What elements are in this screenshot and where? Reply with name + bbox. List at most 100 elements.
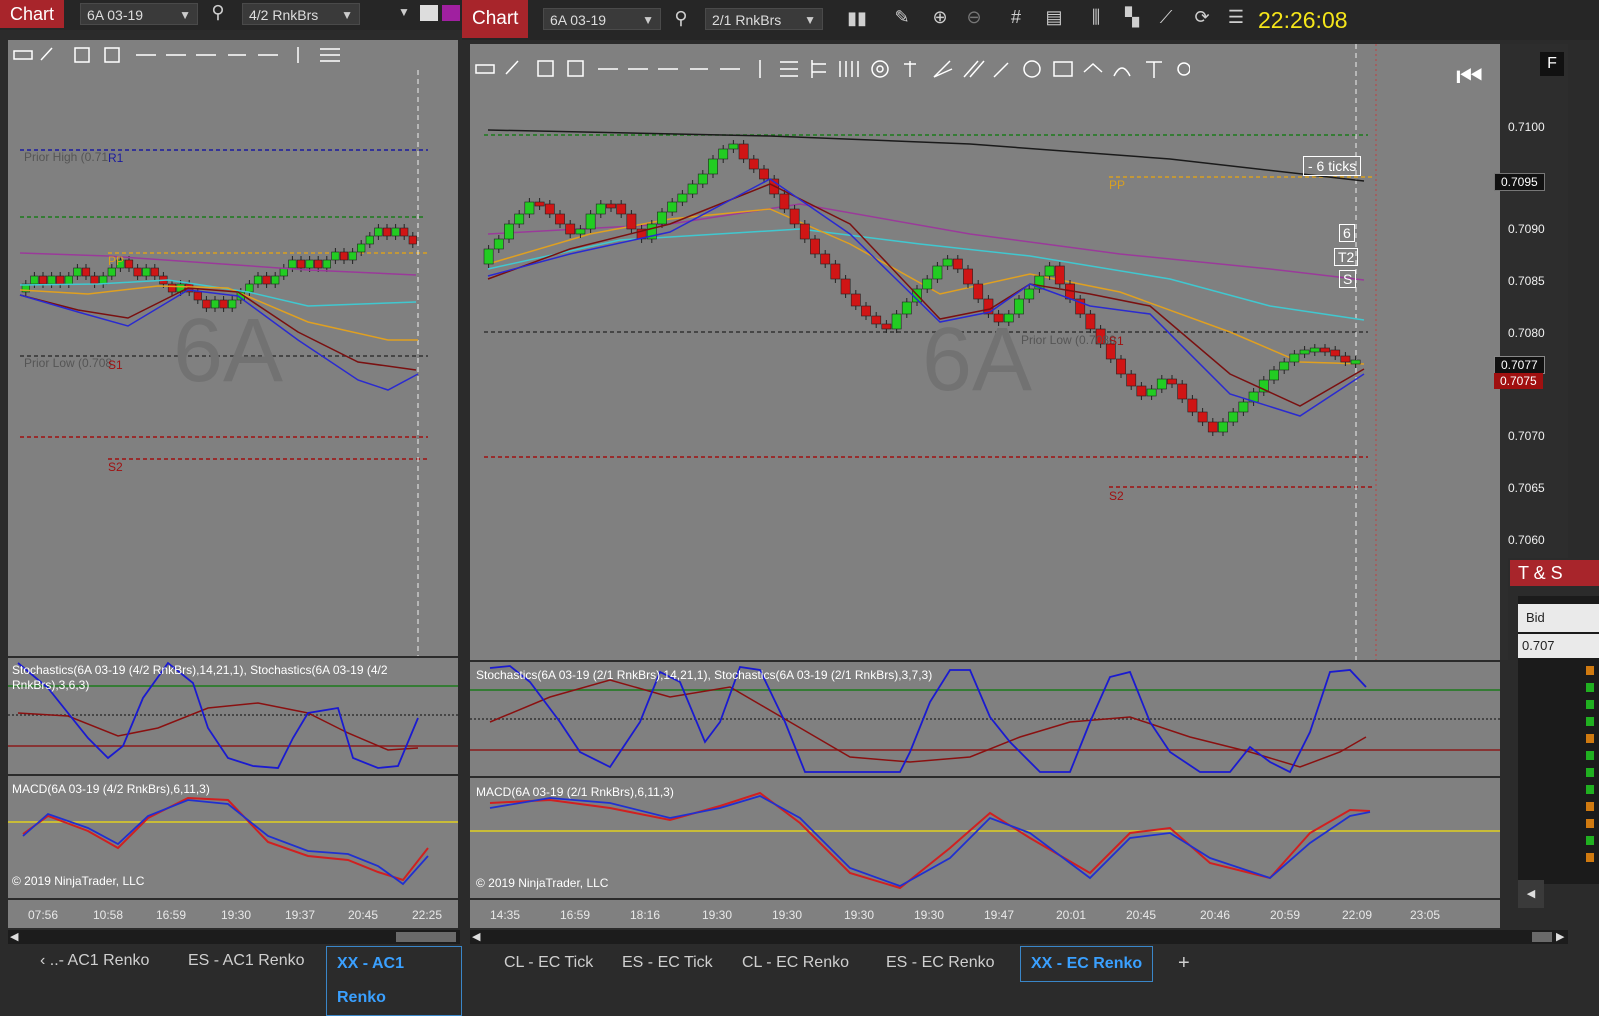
data-box-icon[interactable]: ▤ — [1040, 7, 1068, 28]
time-and-sales-panel[interactable]: T & S Bid 0.707 ◀ — [1508, 558, 1599, 918]
macd-signal — [489, 791, 1371, 890]
right-time-label: 19:30 — [914, 908, 945, 922]
tab-es-ac1-renko[interactable]: ES - AC1 Renko — [178, 944, 315, 978]
add-tab-button[interactable]: + — [1168, 946, 1200, 980]
right-drawing-tools-icons[interactable] — [470, 54, 1190, 84]
candle — [1126, 373, 1137, 387]
color-swatch-white[interactable] — [420, 5, 438, 21]
price-label: 0.7090 — [1508, 222, 1545, 236]
candle — [142, 267, 151, 277]
candle — [245, 283, 254, 293]
candle — [1340, 355, 1351, 363]
candle — [963, 268, 973, 285]
candle — [1228, 411, 1239, 423]
candle — [408, 235, 417, 245]
tab-cl-ec-tick[interactable]: CL - EC Tick — [494, 946, 603, 980]
tns-trade-mark — [1586, 751, 1594, 760]
candle — [708, 158, 718, 175]
tab-xx-ec-renko[interactable]: XX - EC Renko — [1020, 946, 1154, 982]
left-bartype-value: 4/2 RnkBrs — [249, 7, 319, 23]
left-prior-high-label: Prior High (0.71 — [24, 150, 109, 164]
candle — [38, 275, 48, 285]
pencil-icon[interactable]: ✎ — [888, 7, 916, 28]
color-swatch-purple[interactable] — [442, 5, 460, 21]
tab-es-ec-tick[interactable]: ES - EC Tick — [612, 946, 723, 980]
tns-scroll-left-icon[interactable]: ◀ — [1518, 880, 1544, 908]
right-price-panel[interactable]: ⏮ 6A PP Prior Low (0.7080 S1 S2 - 6 tick… — [470, 44, 1500, 660]
scroll-right-icon[interactable]: ▶ — [1556, 930, 1564, 943]
candle — [606, 203, 616, 209]
tab-es-ec-renko[interactable]: ES - EC Renko — [876, 946, 1004, 980]
candle — [1350, 359, 1361, 365]
right-stochastics-label: Stochastics(6A 03-19 (2/1 RnkBrs),14,21,… — [476, 668, 933, 682]
candle — [789, 208, 800, 225]
search-icon[interactable]: ⚲ — [204, 2, 232, 23]
zoom-out-icon[interactable]: ⊖ — [960, 7, 988, 28]
left-bartype-select[interactable]: 4/2 RnkBrs ▼ — [242, 3, 360, 25]
candle — [871, 315, 882, 325]
candle — [1146, 388, 1157, 397]
scroll-thumb[interactable] — [396, 932, 456, 942]
tns-title[interactable]: T & S — [1510, 560, 1599, 586]
f-button[interactable]: F — [1540, 52, 1564, 76]
scroll-thumb[interactable] — [1532, 932, 1552, 942]
strategies-icon[interactable]: ▚ — [1118, 7, 1146, 28]
candle — [1289, 353, 1300, 363]
indicators-icon[interactable]: ⫼ — [1082, 7, 1110, 28]
marker-s: S — [1339, 270, 1357, 288]
clock-display: 22:26:08 — [1258, 7, 1348, 33]
candle — [830, 263, 841, 280]
candle — [483, 248, 494, 265]
drawing-tools-icons[interactable] — [8, 40, 388, 70]
candle — [932, 265, 943, 280]
scroll-left-icon[interactable]: ◀ — [10, 930, 18, 943]
candle — [382, 227, 392, 237]
candle — [124, 259, 134, 269]
properties-icon[interactable]: ☰ — [1222, 7, 1250, 28]
refresh-icon[interactable]: ⟳ — [1188, 7, 1216, 28]
right-chart-badge[interactable]: Chart — [462, 0, 529, 38]
left-instrument-select[interactable]: 6A 03-19 ▼ — [80, 3, 198, 25]
candle — [544, 203, 555, 215]
candle — [1085, 313, 1096, 330]
candle — [657, 211, 667, 225]
jump-to-end-icon[interactable]: ⏮ — [1456, 60, 1483, 94]
candle — [64, 275, 73, 285]
dropdown-arrow-icon[interactable]: ▼ — [398, 5, 410, 19]
scroll-left-icon[interactable]: ◀ — [472, 930, 480, 943]
bar-style-icon[interactable]: ▮▮ — [843, 8, 871, 29]
tns-trade-mark — [1586, 666, 1594, 675]
candle — [891, 313, 902, 330]
left-stochastics-panel[interactable]: Stochastics(6A 03-19 (4/2 RnkBrs),14,21,… — [8, 658, 458, 774]
right-stochastics-panel[interactable]: Stochastics(6A 03-19 (2/1 RnkBrs),14,21,… — [470, 662, 1500, 776]
zoom-in-icon[interactable]: ⊕ — [926, 7, 954, 28]
candle — [1116, 358, 1126, 375]
tab-ac1-renko-1[interactable]: ‹ ..- AC1 Renko — [30, 944, 159, 978]
price-label: 0.7100 — [1508, 120, 1545, 134]
right-bartype-select[interactable]: 2/1 RnkBrs ▼ — [705, 8, 823, 30]
candle — [1044, 265, 1055, 277]
candle — [493, 238, 504, 250]
right-time-label: 14:35 — [490, 908, 521, 922]
tns-trade-mark — [1586, 683, 1594, 692]
right-horizontal-scrollbar[interactable]: ◀ ▶ — [470, 930, 1568, 944]
candle — [942, 258, 953, 267]
candle — [288, 259, 297, 269]
left-price-panel[interactable]: 6A Prior High (0.71 R1 PP Prior Low (0.7… — [8, 70, 458, 656]
candle — [565, 223, 576, 235]
right-instrument-select[interactable]: 6A 03-19 ▼ — [543, 8, 661, 30]
search-icon[interactable]: ⚲ — [667, 8, 695, 29]
chevron-down-icon: ▼ — [642, 13, 654, 27]
right-macd-panel[interactable]: MACD(6A 03-19 (2/1 RnkBrs),6,11,3) © 201… — [470, 778, 1500, 898]
left-chart-badge[interactable]: Chart — [0, 0, 65, 28]
candle — [193, 291, 202, 301]
candle — [973, 283, 984, 300]
grid-icon[interactable]: # — [1002, 7, 1030, 28]
tab-cl-ec-renko[interactable]: CL - EC Renko — [732, 946, 859, 980]
left-macd-panel[interactable]: MACD(6A 03-19 (4/2 RnkBrs),6,11,3) © 201… — [8, 776, 458, 898]
drawing-tools-icon[interactable]: ⟋ — [1152, 7, 1180, 28]
candle — [595, 203, 606, 215]
left-horizontal-scrollbar[interactable]: ◀ — [8, 930, 460, 944]
candle — [1207, 421, 1218, 433]
ma-purple — [487, 203, 1365, 281]
